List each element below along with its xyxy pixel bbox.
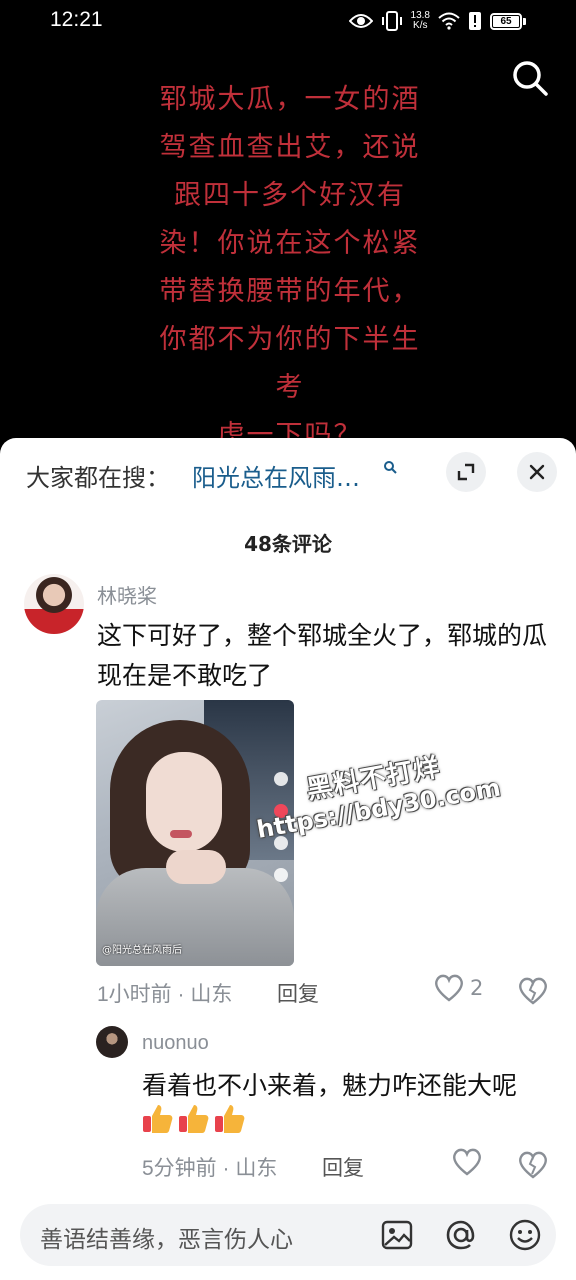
image-caption: @阳光总在风雨后 [102, 945, 182, 956]
like-button[interactable]: 2 [434, 974, 483, 1002]
comment-count: 48条评论 [244, 532, 332, 556]
heart-icon [435, 974, 463, 1002]
comment-text: 看着也不小来着，魅力咋还能大呢 [142, 1071, 518, 1100]
comment-sheet: 大家都在搜： 阳光总在风雨… 48条评论 林晓桨 这下可好了，整个郓城全火了，郓… [0, 438, 576, 1280]
vibrate-icon [381, 11, 402, 31]
small-search-icon [384, 461, 397, 474]
eye-icon [348, 14, 373, 28]
avatar[interactable] [24, 574, 84, 634]
comment-username[interactable]: nuonuo [142, 1032, 209, 1055]
alert-icon [469, 12, 481, 30]
net-speed-unit: K/s [413, 20, 428, 31]
avatar[interactable] [96, 1026, 128, 1058]
close-button[interactable] [517, 452, 557, 492]
comment-input[interactable]: 善语结善缘，恶言伤人心 [20, 1204, 556, 1266]
heart-icon [453, 1148, 481, 1176]
close-icon [529, 464, 545, 480]
emoji-icon[interactable] [508, 1218, 542, 1252]
thumbs-up-icon [179, 1105, 209, 1133]
battery-tip [523, 17, 526, 25]
image-lips [170, 830, 192, 838]
hot-search-label: 大家都在搜： [26, 464, 170, 492]
battery-level: 65 [493, 15, 519, 27]
expand-button[interactable] [446, 452, 486, 492]
hot-search-link[interactable]: 阳光总在风雨… [192, 458, 360, 493]
battery-body: 65 [490, 12, 522, 30]
comment-time-location: 1小时前 · 山东 [97, 983, 233, 1006]
reply-button[interactable]: 回复 [277, 978, 319, 1008]
search-icon[interactable] [510, 58, 550, 98]
net-speed: 13.8 K/s [411, 11, 430, 31]
wifi-icon [438, 12, 460, 30]
status-icons: 13.8 K/s 65 [348, 8, 526, 34]
broken-heart-icon[interactable] [518, 976, 548, 1006]
status-time: 12:21 [50, 8, 103, 31]
image-share-icon [274, 868, 288, 882]
image-hand [166, 850, 226, 884]
comment-input-placeholder: 善语结善缘，恶言伤人心 [40, 1227, 293, 1253]
expand-icon [457, 463, 475, 481]
emoji-row [140, 1102, 246, 1136]
battery-icon: 65 [490, 12, 526, 30]
thumbs-up-icon [215, 1105, 245, 1133]
comment-text: 这下可好了，整个郓城全火了，郓城的瓜现在是不敢吃了 [97, 621, 548, 690]
at-icon[interactable] [444, 1218, 478, 1252]
comment-time-location: 5分钟前 · 山东 [142, 1157, 278, 1180]
broken-heart-icon[interactable] [518, 1150, 548, 1180]
reply-button[interactable]: 回复 [322, 1152, 364, 1182]
status-bar: 12:21 13.8 K/s 65 [0, 0, 576, 42]
like-count: 2 [470, 976, 484, 1000]
video-overlay-text: 郓城大瓜，一女的酒 驾查血查出艾，还说 跟四十多个好汉有 染！你说在这个松紧 带… [159, 84, 421, 451]
thumbs-up-icon [143, 1105, 173, 1133]
image-icon[interactable] [380, 1218, 414, 1252]
like-button[interactable] [452, 1148, 482, 1176]
comment-username[interactable]: 林晓桨 [97, 580, 157, 609]
sheet-header: 大家都在搜： 阳光总在风雨… [0, 438, 576, 508]
video-area[interactable]: 郓城大瓜，一女的酒 驾查血查出艾，还说 跟四十多个好汉有 染！你说在这个松紧 带… [0, 42, 576, 462]
